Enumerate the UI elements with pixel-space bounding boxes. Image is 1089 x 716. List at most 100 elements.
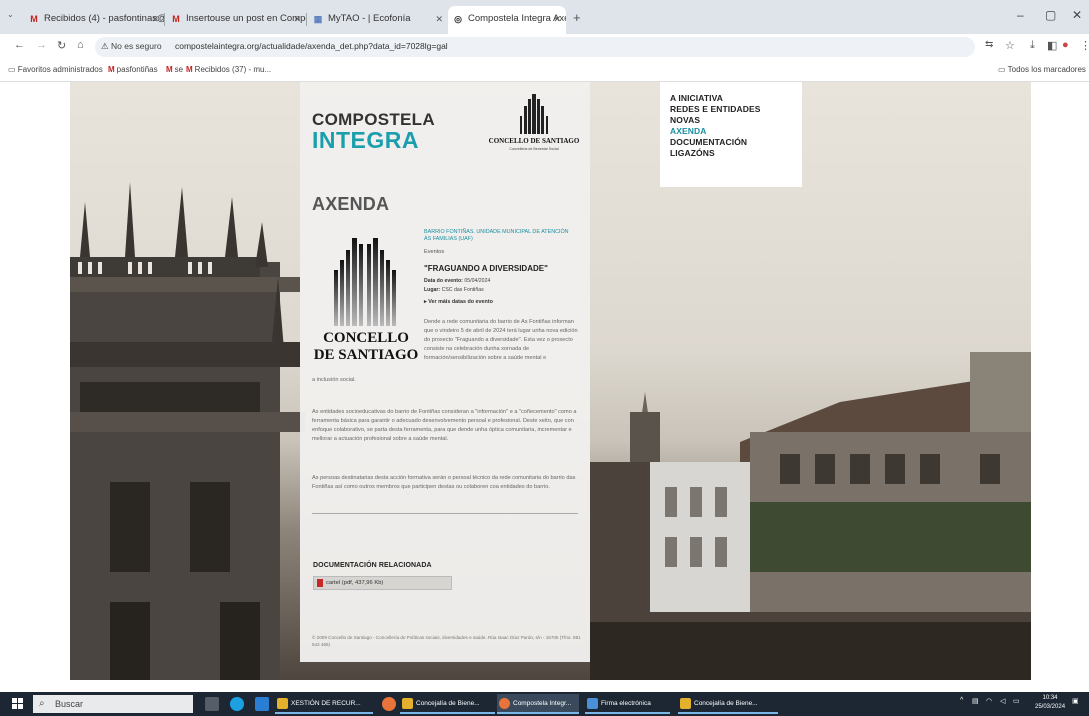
menu-item-axenda[interactable]: AXENDA [670,126,707,136]
taskbar-app-xestion[interactable]: XESTIÓN DE RECUR... [275,694,373,714]
search-icon: ⌕ [39,698,45,709]
event-place-label: Lugar: [424,287,441,293]
notifications-icon[interactable]: ▣ [1072,697,1079,705]
cathedral-icon [520,94,548,134]
taskbar-search[interactable]: ⌕ Buscar [33,695,193,713]
battery-icon[interactable]: ▭ [1013,697,1020,705]
site-logo-integra[interactable]: INTEGRA [312,127,419,154]
tray-chevron-icon[interactable]: ^ [960,697,963,704]
sidepanel-icon[interactable]: ◧ [1047,39,1057,52]
close-icon[interactable]: ✕ [151,6,159,32]
menu-item-ligazons[interactable]: LIGAZÓNS [670,148,715,158]
menu-item-redes[interactable]: REDES E ENTIDADES [670,104,761,114]
menu-item-documentacion[interactable]: DOCUMENTACIÓN [670,137,747,147]
close-icon[interactable]: ✕ [435,6,443,32]
security-label: No es seguro [110,41,162,51]
content-panel: COMPOSTELA INTEGRA CONCELLO DE SANTIAGO … [300,82,590,662]
bookmark-label: se [174,65,184,74]
all-bookmarks[interactable]: ▭ Todos los marcadores [998,65,1086,74]
concello-big-logo: CONCELLO DE SANTIAGO [312,230,420,370]
windows-start-button[interactable] [12,698,23,709]
bookmark-managed[interactable]: ▭ Favoritos administrados [8,65,103,74]
gmail-icon: M [30,14,38,24]
concello-big-name: CONCELLO DE SANTIAGO [313,330,419,363]
tab-separator [164,13,165,26]
reload-icon[interactable]: ↻ [57,39,66,52]
event-description-1b: a inclusión social. [312,377,356,383]
task-view-icon[interactable] [205,697,219,711]
network-icon[interactable]: ▤ [972,697,979,705]
event-date: Data do evento: 05/04/2024 [424,278,490,284]
event-organizer-link[interactable]: BARRIO FONTIÑAS. UNIDADE MUNICIPAL DE AT… [424,229,574,243]
chrome-icon [499,698,510,709]
more-dates-link[interactable]: ▸ Ver máis datas do evento [424,299,493,305]
profile-avatar[interactable]: ● [1062,39,1069,51]
close-icon[interactable]: ✕ [553,6,561,32]
tab-title: Compostela Integra Axenda [468,13,566,24]
bookmark-label: Favoritos administrados [17,65,103,74]
menu-kebab-icon[interactable]: ⋮ [1080,39,1089,52]
tab-mytao[interactable]: ▦ MyTAO - | Ecofonía ✕ [308,6,448,34]
doc-download-link[interactable]: cartel (pdf, 437,96 Kb) [313,576,452,590]
download-icon[interactable]: ⤓ [1030,39,1035,52]
browser-toolbar: ← → ↻ ⌂ ⚠ No es seguro compostelaintegra… [0,34,1089,60]
url-text[interactable]: compostelaintegra.org/actualidade/axenda… [175,41,448,51]
page-icon: ▦ [313,14,323,24]
taskbar-app-firma[interactable]: Firma electrónica [585,694,670,714]
app-label: Concejalía de Biene... [416,700,480,707]
pdf-icon [317,579,323,587]
word-icon[interactable] [255,697,269,711]
site-icon: ◎ [454,14,462,24]
tab-gmail-inbox[interactable]: M Recibidos (4) - pasfontinas@c ✕ [24,6,164,34]
close-window-button[interactable]: ✕ [1072,8,1082,22]
taskbar-app-concejalia-2[interactable]: Concejalía de Biene... [678,694,778,714]
event-date-label: Data do evento: [424,278,463,284]
maximize-button[interactable]: ▢ [1045,8,1056,22]
event-title: "FRAGUANDO A DIVERSIDADE" [424,264,548,273]
gmail-icon: M [186,65,193,74]
folder-icon [277,698,288,709]
system-clock[interactable]: 10:34 25/03/2024 [1035,694,1065,712]
page-title: AXENDA [312,194,390,214]
event-place: Lugar: CSC das Fontiñas [424,287,484,293]
bookmark-se[interactable]: Mse [166,65,183,74]
address-bar[interactable]: ⚠ No es seguro compostelaintegra.org/act… [95,37,975,57]
new-tab-button[interactable]: + [573,10,581,25]
bookmark-recibidos[interactable]: M Recibidos (37) - mu... [186,65,271,74]
bookmarks-bar: ▭ Favoritos administrados Mpasfontiñas M… [0,60,1089,82]
close-icon[interactable]: ✕ [293,6,301,32]
menu-item-iniciativa[interactable]: A INICIATIVA [670,93,723,103]
concello-logo[interactable]: CONCELLO DE SANTIAGO Concelleria de Bene… [488,94,580,154]
volume-icon[interactable]: ◁ [1000,697,1005,705]
event-place-value: CSC das Fontiñas [441,287,484,293]
doc-file-label: cartel (pdf, 437,96 Kb) [326,580,384,586]
edge-icon[interactable] [230,697,244,711]
menu-item-novas[interactable]: NOVAS [670,115,700,125]
app-label: Compostela Integr... [513,700,572,707]
taskbar-app-compostela[interactable]: Compostela Integr... [497,694,579,714]
bookmark-pasfontinas[interactable]: Mpasfontiñas [108,65,158,74]
page-viewport[interactable]: COMPOSTELA INTEGRA CONCELLO DE SANTIAGO … [0,82,1089,692]
bookmark-label: Recibidos (37) - mu... [194,65,272,74]
tab-separator [306,13,307,26]
folder-icon [680,698,691,709]
forward-icon[interactable]: → [36,39,47,51]
bookmark-star-icon[interactable]: ☆ [1005,39,1015,52]
windows-taskbar: ⌕ Buscar XESTIÓN DE RECUR... Concejalía … [0,692,1089,716]
home-icon[interactable]: ⌂ [77,39,84,51]
gmail-icon: M [108,65,115,74]
event-date-value: 05/04/2024 [464,278,491,284]
translate-icon[interactable]: ⇆ [985,39,993,50]
not-secure-indicator[interactable]: ⚠ No es seguro [101,41,162,52]
folder-icon [402,698,413,709]
event-description-1: Dende a rede comunitaria do barrio de As… [424,319,578,361]
gmail-icon: M [166,65,173,74]
firefox-icon[interactable] [382,697,396,711]
tab-gmail-post[interactable]: M Insertouse un post en Compo: ✕ [166,6,306,34]
tab-search-icon[interactable]: ⌄ [7,10,14,19]
taskbar-app-concejalia-1[interactable]: Concejalía de Biene... [400,694,495,714]
minimize-button[interactable]: – [1017,8,1024,22]
wifi-icon[interactable]: ◠ [986,697,992,705]
back-icon[interactable]: ← [14,39,25,51]
tab-compostela-integra[interactable]: ◎ Compostela Integra Axenda ✕ [448,6,566,34]
